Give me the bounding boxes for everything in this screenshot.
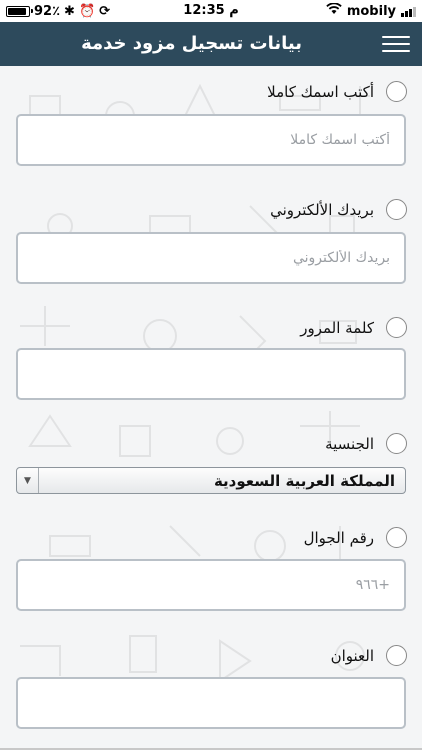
page-title: بيانات تسجيل مزود خدمة: [81, 33, 302, 54]
password-radio[interactable]: [386, 317, 407, 338]
full-name-input[interactable]: [16, 114, 406, 166]
address-label: العنوان: [330, 647, 374, 665]
hamburger-menu-icon[interactable]: [382, 31, 410, 57]
email-label: بريدك الألكتروني: [270, 201, 374, 219]
full-name-radio[interactable]: [386, 81, 407, 102]
full-name-label: أكتب اسمك كاملا: [267, 83, 374, 101]
address-radio[interactable]: [386, 645, 407, 666]
mobile-radio[interactable]: [386, 527, 407, 548]
address-input[interactable]: [16, 677, 406, 729]
nationality-select[interactable]: ▼ المملكة العربية السعودية: [16, 467, 406, 494]
wifi-icon: [326, 2, 342, 19]
password-label: كلمة المرور: [300, 319, 374, 337]
status-bar: 92٪ ✱ ⏰ ⟳ 12:35 م mobily: [0, 0, 422, 22]
dropdown-arrow-icon: ▼: [17, 468, 39, 493]
mobile-label: رقم الجوال: [303, 529, 374, 547]
mobile-input[interactable]: [16, 559, 406, 611]
email-input[interactable]: [16, 232, 406, 284]
carrier-name: mobily: [346, 3, 396, 19]
status-right-group: mobily: [326, 2, 416, 19]
nationality-selected-value: المملكة العربية السعودية: [213, 471, 395, 490]
nationality-radio[interactable]: [386, 433, 407, 454]
app-header: بيانات تسجيل مزود خدمة: [0, 22, 422, 66]
password-input[interactable]: [16, 348, 406, 400]
email-radio[interactable]: [386, 199, 407, 220]
nationality-label: الجنسية: [325, 435, 374, 453]
signal-icon: [401, 6, 416, 17]
